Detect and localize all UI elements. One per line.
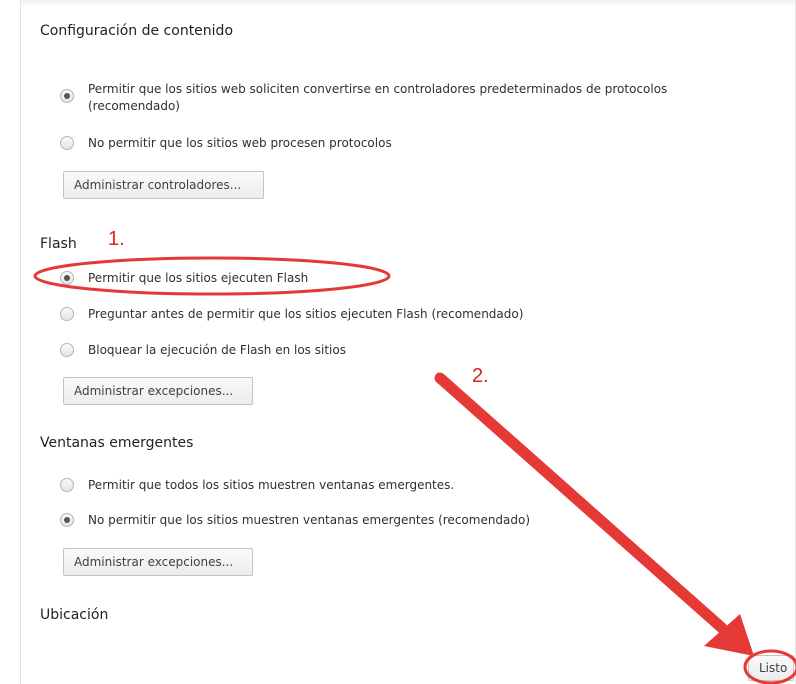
protocols-radio-deny[interactable]: No permitir que los sitios web procesen … <box>60 135 392 152</box>
protocols-deny-label: No permitir que los sitios web procesen … <box>88 136 392 150</box>
radio-button-checked[interactable] <box>60 513 74 527</box>
radio-button[interactable] <box>60 343 74 357</box>
protocols-radio-allow[interactable]: Permitir que los sitios web soliciten co… <box>60 81 667 115</box>
radio-button-checked[interactable] <box>60 271 74 285</box>
popups-deny-label: No permitir que los sitios muestren vent… <box>88 513 531 527</box>
location-heading: Ubicación <box>40 607 109 623</box>
popups-radio-allow[interactable]: Permitir que todos los sitios muestren v… <box>60 477 454 494</box>
top-shadow <box>20 0 796 6</box>
content-settings-dialog: Configuración de contenido Permitir que … <box>0 0 796 684</box>
flash-radio-allow[interactable]: Permitir que los sitios ejecuten Flash <box>60 270 308 287</box>
flash-ask-label: Preguntar antes de permitir que los siti… <box>88 307 524 321</box>
annotation-step-2: 2. <box>472 365 489 387</box>
dialog-title: Configuración de contenido <box>40 23 234 39</box>
radio-button[interactable] <box>60 307 74 321</box>
protocols-allow-label: Permitir que los sitios web soliciten co… <box>88 82 668 113</box>
annotation-step-1: 1. <box>108 228 125 250</box>
flash-manage-exceptions-button[interactable]: Administrar excepciones... <box>63 377 253 405</box>
done-button[interactable]: Listo <box>748 655 794 681</box>
popups-radio-deny[interactable]: No permitir que los sitios muestren vent… <box>60 512 530 529</box>
radio-button[interactable] <box>60 478 74 492</box>
popups-allow-label: Permitir que todos los sitios muestren v… <box>88 478 455 492</box>
flash-allow-label: Permitir que los sitios ejecuten Flash <box>88 271 309 285</box>
radio-button-checked[interactable] <box>60 89 74 103</box>
popups-manage-exceptions-button[interactable]: Administrar excepciones... <box>63 548 253 576</box>
flash-radio-block[interactable]: Bloquear la ejecución de Flash en los si… <box>60 342 346 359</box>
radio-button[interactable] <box>60 136 74 150</box>
flash-heading: Flash <box>40 236 77 252</box>
flash-block-label: Bloquear la ejecución de Flash en los si… <box>88 343 346 357</box>
left-border <box>20 0 21 684</box>
manage-handlers-button[interactable]: Administrar controladores... <box>63 171 264 199</box>
popups-heading: Ventanas emergentes <box>40 435 194 451</box>
flash-radio-ask[interactable]: Preguntar antes de permitir que los siti… <box>60 306 523 323</box>
